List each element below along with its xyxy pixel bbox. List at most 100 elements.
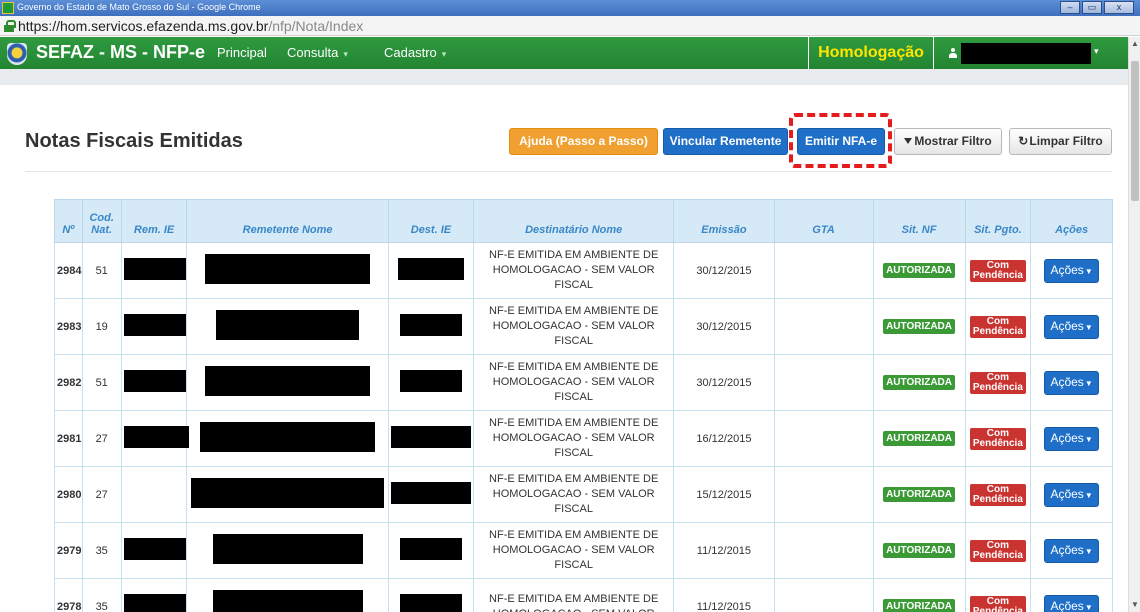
url-host: https://hom.servicos.efazenda.ms.gov.br bbox=[18, 18, 269, 34]
minimize-button[interactable]: – bbox=[1060, 1, 1080, 14]
cell-gta bbox=[773, 410, 874, 467]
cell-gta bbox=[773, 298, 874, 355]
table-row: 2983 19 NF-E EMITIDA EM AMBIENTE DE HOMOLO… bbox=[54, 298, 1113, 355]
acoes-dropdown-button[interactable]: Ações▼ bbox=[1044, 314, 1099, 339]
cell-sit-nf: AUTORIZADA bbox=[872, 466, 966, 523]
redacted-value bbox=[200, 422, 376, 452]
cell-rem-ie bbox=[120, 410, 189, 467]
cell-sit-pgto: Com Pendência bbox=[964, 466, 1032, 523]
scroll-thumb[interactable] bbox=[1131, 61, 1139, 201]
maximize-button[interactable]: ▭ bbox=[1082, 1, 1102, 14]
ajuda-passo-a-passo-button[interactable]: Ajuda (Passo a Passo) bbox=[509, 128, 658, 155]
redacted-value bbox=[397, 258, 464, 280]
address-bar[interactable]: https://hom.servicos.efazenda.ms.gov.br/… bbox=[0, 16, 1140, 36]
nav-item-consulta[interactable]: Consulta ▾ bbox=[287, 45, 348, 60]
cell-dest-ie bbox=[387, 466, 475, 523]
cell-remetente-nome bbox=[186, 298, 389, 355]
acoes-dropdown-button[interactable]: Ações▼ bbox=[1044, 426, 1099, 451]
col-header-destinatario-nome[interactable]: Destinatário Nome bbox=[473, 199, 675, 243]
cell-destinatario-nome: NF-E EMITIDA EM AMBIENTE DE HOMOLOGACAO … bbox=[473, 578, 675, 612]
chrome-favicon-icon bbox=[2, 2, 14, 14]
status-badge-com-pendencia: Com Pendência bbox=[969, 539, 1026, 562]
status-badge-com-pendencia: Com Pendência bbox=[969, 483, 1026, 506]
cell-emissao: 16/12/2015 bbox=[673, 410, 775, 467]
chevron-down-icon: ▼ bbox=[1084, 602, 1093, 612]
acoes-label: Ações bbox=[1050, 262, 1084, 277]
cell-gta bbox=[773, 522, 874, 579]
col-header-sit-pgto[interactable]: Sit. Pgto. bbox=[964, 199, 1032, 243]
status-badge-com-pendencia: Com Pendência bbox=[969, 595, 1026, 612]
chevron-down-icon: ▼ bbox=[1084, 546, 1093, 556]
cell-cod-nat: 35 bbox=[81, 522, 122, 579]
redacted-value bbox=[123, 258, 186, 280]
nav-item-principal[interactable]: Principal bbox=[217, 45, 267, 60]
col-header-cod-nat[interactable]: Cod. Nat. bbox=[81, 199, 122, 243]
col-header-emissao[interactable]: Emissão bbox=[673, 199, 775, 243]
cell-remetente-nome bbox=[186, 410, 389, 467]
cell-dest-ie bbox=[387, 354, 475, 411]
cell-sit-nf: AUTORIZADA bbox=[872, 298, 966, 355]
redacted-value bbox=[123, 538, 186, 560]
environment-badge: Homologação bbox=[808, 37, 934, 69]
nav-item-cadastro[interactable]: Cadastro ▾ bbox=[384, 45, 446, 60]
brand-title[interactable]: SEFAZ - MS - NFP-e bbox=[36, 42, 205, 63]
cell-sit-pgto: Com Pendência bbox=[964, 354, 1032, 411]
status-badge-autorizada: AUTORIZADA bbox=[883, 599, 956, 612]
cell-sit-nf: AUTORIZADA bbox=[872, 578, 966, 612]
chevron-down-icon: ▼ bbox=[1084, 434, 1093, 444]
col-header-remetente-nome[interactable]: Remetente Nome bbox=[186, 199, 389, 243]
acoes-dropdown-button[interactable]: Ações▼ bbox=[1044, 370, 1099, 395]
cell-dest-ie bbox=[387, 242, 475, 299]
cell-sit-pgto: Com Pendência bbox=[964, 242, 1032, 299]
cell-dest-ie bbox=[387, 578, 475, 612]
redacted-username bbox=[961, 43, 1091, 64]
cell-sit-pgto: Com Pendência bbox=[964, 578, 1032, 612]
cell-sit-nf: AUTORIZADA bbox=[872, 410, 966, 467]
acoes-dropdown-button[interactable]: Ações▼ bbox=[1044, 594, 1099, 612]
cell-emissao: 11/12/2015 bbox=[673, 522, 775, 579]
col-header-sit-nf[interactable]: Sit. NF bbox=[872, 199, 966, 243]
redacted-value bbox=[123, 594, 186, 612]
redacted-value bbox=[212, 590, 363, 612]
acoes-label: Ações bbox=[1050, 318, 1084, 333]
status-badge-com-pendencia: Com Pendência bbox=[969, 315, 1026, 338]
col-header-rem-ie[interactable]: Rem. IE bbox=[120, 199, 188, 243]
chevron-down-icon: ▼ bbox=[1084, 322, 1093, 332]
cell-num: 2982 bbox=[54, 354, 83, 411]
lock-icon bbox=[4, 20, 16, 32]
table-row: 2979 35 NF-E EMITIDA EM AMBIENTE DE HOMOLO… bbox=[54, 522, 1113, 579]
scroll-up-arrow-icon[interactable]: ▲ bbox=[1130, 39, 1140, 49]
col-header-num[interactable]: Nº bbox=[54, 199, 83, 243]
url-text[interactable]: https://hom.servicos.efazenda.ms.gov.br/… bbox=[18, 16, 363, 36]
col-header-dest-ie[interactable]: Dest. IE bbox=[387, 199, 475, 243]
status-badge-autorizada: AUTORIZADA bbox=[883, 431, 956, 446]
cell-num: 2979 bbox=[54, 522, 83, 579]
cell-sit-nf: AUTORIZADA bbox=[872, 522, 966, 579]
acoes-dropdown-button[interactable]: Ações▼ bbox=[1044, 258, 1099, 283]
status-line-2: Pendência bbox=[972, 269, 1023, 281]
cell-rem-ie bbox=[120, 242, 188, 299]
vincular-remetente-button[interactable]: Vincular Remetente bbox=[663, 128, 788, 155]
close-button[interactable]: x bbox=[1104, 1, 1134, 14]
cell-cod-nat: 27 bbox=[81, 466, 122, 523]
limpar-filtro-button[interactable]: ↻Limpar Filtro bbox=[1009, 128, 1112, 155]
cell-gta bbox=[773, 466, 874, 523]
header-divider bbox=[25, 171, 1112, 172]
mostrar-filtro-label: Mostrar Filtro bbox=[914, 134, 992, 148]
mostrar-filtro-button[interactable]: Mostrar Filtro bbox=[894, 128, 1002, 155]
acoes-dropdown-button[interactable]: Ações▼ bbox=[1044, 482, 1099, 507]
col-header-gta[interactable]: GTA bbox=[773, 199, 874, 243]
window-controls: – ▭ x bbox=[1060, 1, 1134, 14]
acoes-dropdown-button[interactable]: Ações▼ bbox=[1044, 538, 1099, 563]
page-scrollbar[interactable]: ▲ ▼ bbox=[1128, 37, 1140, 612]
cell-sit-pgto: Com Pendência bbox=[964, 522, 1032, 579]
redacted-value bbox=[212, 534, 363, 564]
redacted-value bbox=[123, 370, 186, 392]
user-menu[interactable]: ▾ bbox=[944, 37, 1128, 69]
scroll-down-arrow-icon[interactable]: ▼ bbox=[1130, 600, 1140, 610]
cell-dest-ie bbox=[387, 410, 475, 467]
cell-rem-ie bbox=[120, 354, 188, 411]
cell-sit-nf: AUTORIZADA bbox=[872, 354, 966, 411]
status-line-2: Pendência bbox=[972, 437, 1023, 449]
cell-cod-nat: 19 bbox=[81, 298, 122, 355]
